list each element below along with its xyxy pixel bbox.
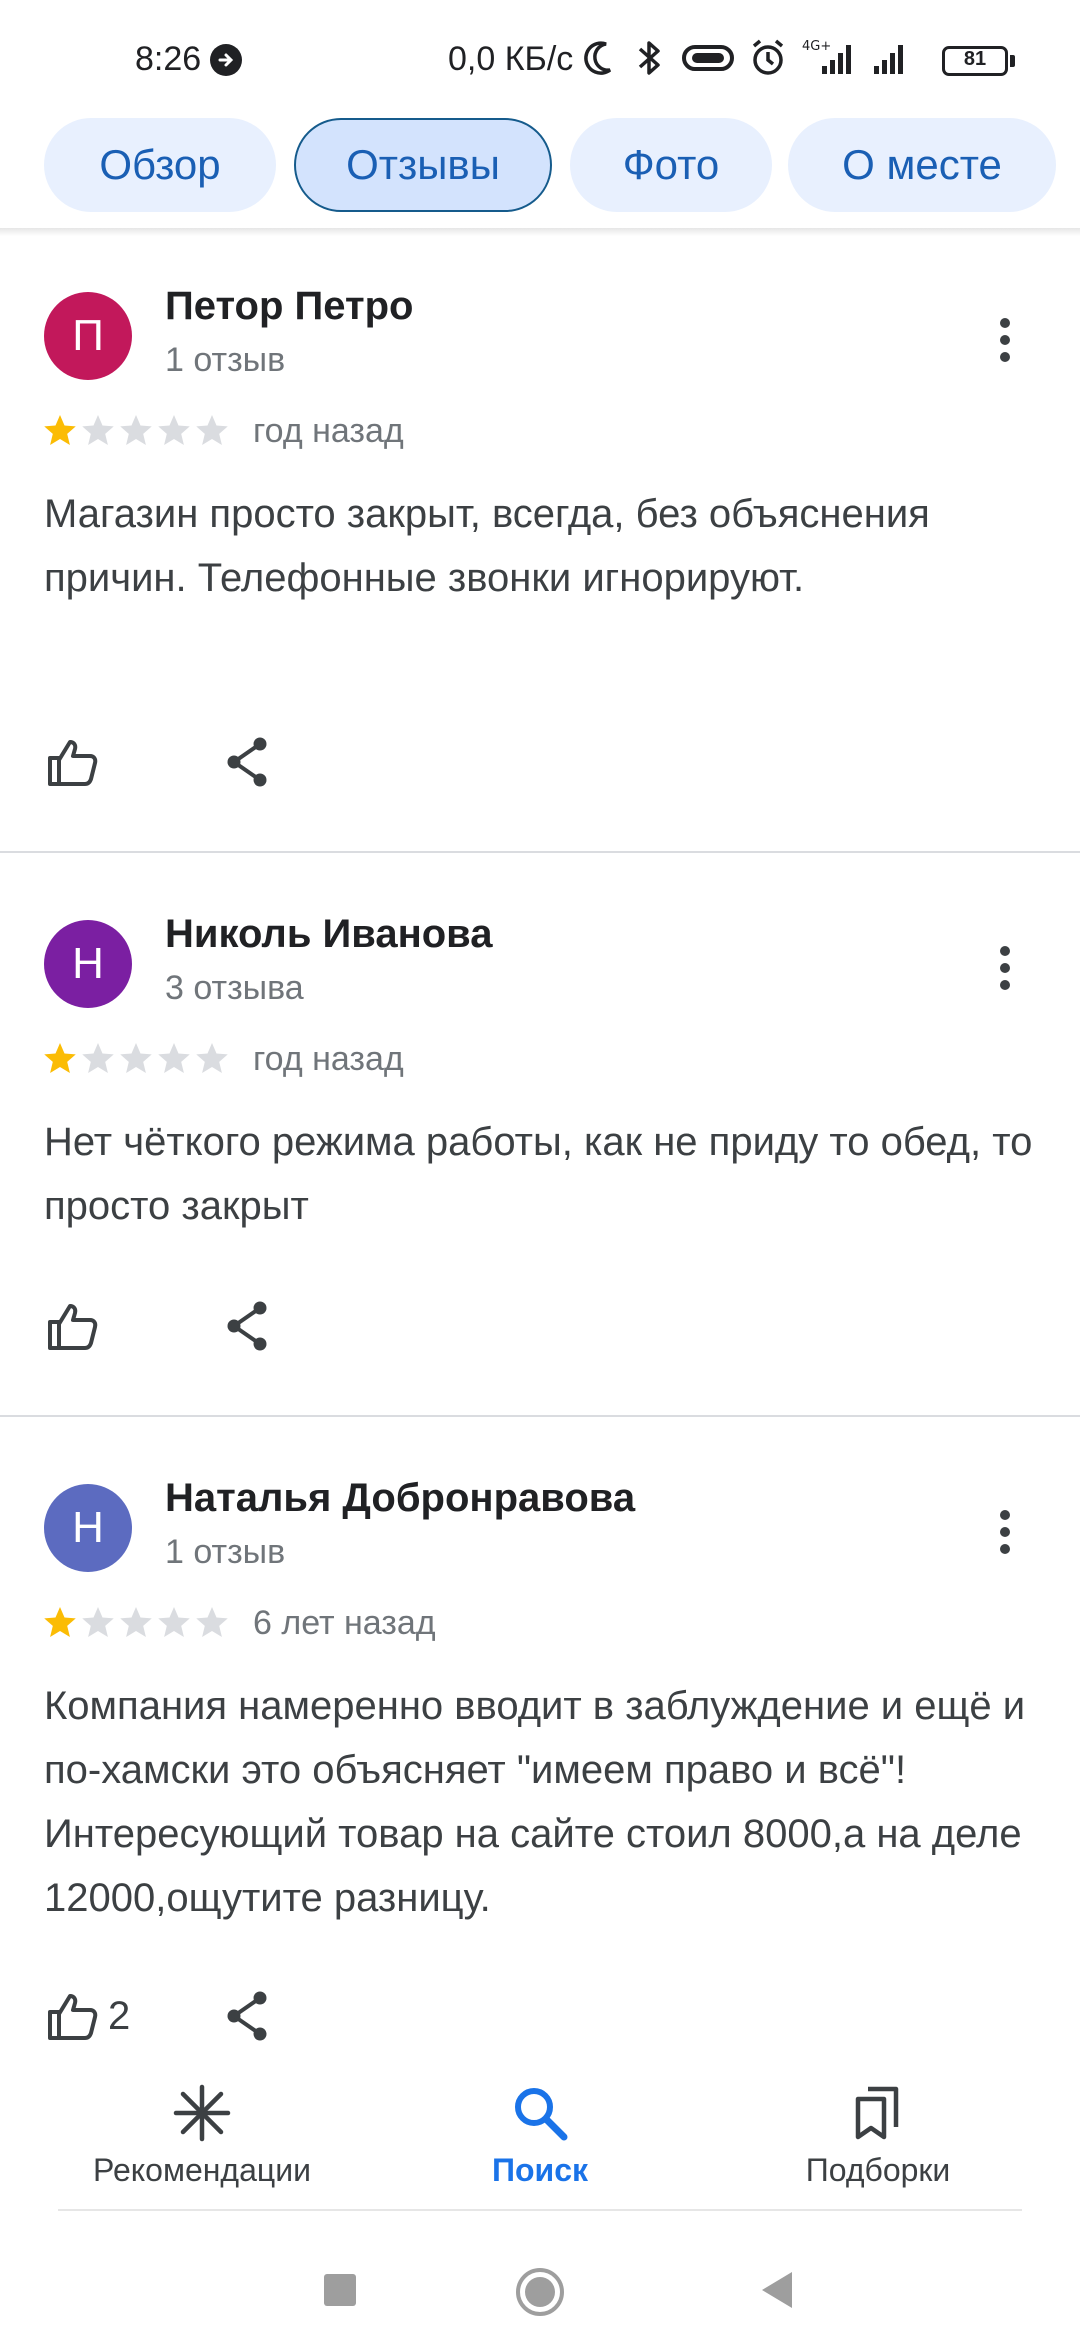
search-icon	[380, 2080, 700, 2146]
star-filled-icon	[44, 1607, 76, 1637]
star-empty-icon	[120, 1607, 152, 1637]
review-text: Нет чёткого режима работы, как не приду …	[44, 1120, 1033, 1228]
bottom-navigation: Рекомендации Поиск Подборки	[0, 2058, 1080, 2208]
divider	[0, 1415, 1080, 1417]
divider	[0, 851, 1080, 853]
star-rating	[42, 1040, 242, 1080]
navigation-arrow-icon	[210, 44, 242, 76]
tab-photos[interactable]: Фото	[570, 118, 772, 212]
star-empty-icon	[196, 1043, 228, 1073]
star-empty-icon	[196, 1607, 228, 1637]
alarm-icon	[752, 39, 784, 75]
recents-button[interactable]	[322, 2272, 358, 2313]
place-tabs: Обзор Отзывы Фото О месте	[0, 118, 1080, 228]
nav-search[interactable]: Поиск	[380, 2080, 700, 2189]
star-empty-icon	[82, 1043, 114, 1073]
star-empty-icon	[120, 1043, 152, 1073]
star-empty-icon	[158, 1607, 190, 1637]
review-time: год назад	[253, 412, 404, 450]
tab-about[interactable]: О месте	[788, 118, 1056, 212]
avatar[interactable]: П	[44, 292, 132, 380]
network-speed: 0,0 КБ/с	[448, 40, 574, 78]
status-time: 8:26	[135, 40, 202, 78]
star-rating	[42, 412, 242, 452]
bluetooth-icon	[638, 41, 660, 75]
avatar[interactable]: Н	[44, 920, 132, 1008]
more-options-icon[interactable]	[990, 1502, 1020, 1562]
nav-recommendations[interactable]: Рекомендации	[42, 2080, 362, 2189]
review-time: 6 лет назад	[253, 1604, 436, 1642]
share-icon[interactable]	[222, 1988, 274, 2044]
star-rating	[42, 1604, 242, 1644]
avatar[interactable]: Н	[44, 1484, 132, 1572]
star-empty-icon	[82, 415, 114, 445]
battery-level: 81	[963, 48, 987, 70]
tab-reviews[interactable]: Отзывы	[294, 118, 552, 212]
review-author[interactable]: Николь Иванова	[165, 912, 492, 957]
thumb-up-icon[interactable]	[44, 1298, 100, 1354]
back-button[interactable]	[758, 2270, 796, 2315]
review-text: Компания намеренно вводит в заблуждение …	[44, 1684, 1026, 1920]
system-navigation	[0, 2212, 1080, 2340]
star-filled-icon	[44, 415, 76, 445]
star-empty-icon	[196, 415, 228, 445]
more-options-icon[interactable]	[990, 938, 1020, 998]
nav-collections[interactable]: Подборки	[718, 2080, 1038, 2189]
nav-label: Подборки	[805, 2152, 951, 2188]
home-button[interactable]	[514, 2266, 566, 2323]
review-author[interactable]: Наталья Добронравова	[165, 1476, 635, 1521]
review-text: Магазин просто закрыт, всегда, без объяс…	[44, 492, 930, 600]
review-count: 3 отзыва	[165, 969, 304, 1007]
vibrate-icon	[682, 45, 734, 71]
star-empty-icon	[158, 1043, 190, 1073]
moon-icon	[584, 41, 612, 75]
review-time: год назад	[253, 1040, 404, 1078]
like-count: 2	[108, 1994, 131, 2038]
share-icon[interactable]	[222, 1298, 274, 1354]
review-count: 1 отзыв	[165, 341, 286, 379]
review-author[interactable]: Петор Петро	[165, 284, 413, 329]
share-icon[interactable]	[222, 734, 274, 790]
svg-text:4G+: 4G+	[802, 39, 831, 54]
nav-label: Рекомендации	[93, 2152, 311, 2188]
signal-icon	[874, 45, 903, 74]
star-empty-icon	[120, 415, 152, 445]
bookmarks-icon	[718, 2080, 1038, 2146]
status-bar: 8:26 0,0 КБ/с 4G+ 81	[0, 0, 1080, 120]
nav-label: Поиск	[491, 2152, 589, 2188]
star-empty-icon	[82, 1607, 114, 1637]
star-empty-icon	[158, 415, 190, 445]
thumb-up-icon[interactable]	[44, 734, 100, 790]
more-options-icon[interactable]	[990, 310, 1020, 370]
thumb-up-icon[interactable]	[44, 1988, 100, 2044]
explore-icon	[42, 2080, 362, 2146]
tab-overview[interactable]: Обзор	[44, 118, 276, 212]
signal-4g-icon: 4G+	[802, 39, 851, 74]
star-filled-icon	[44, 1043, 76, 1073]
review-count: 1 отзыв	[165, 1533, 286, 1571]
